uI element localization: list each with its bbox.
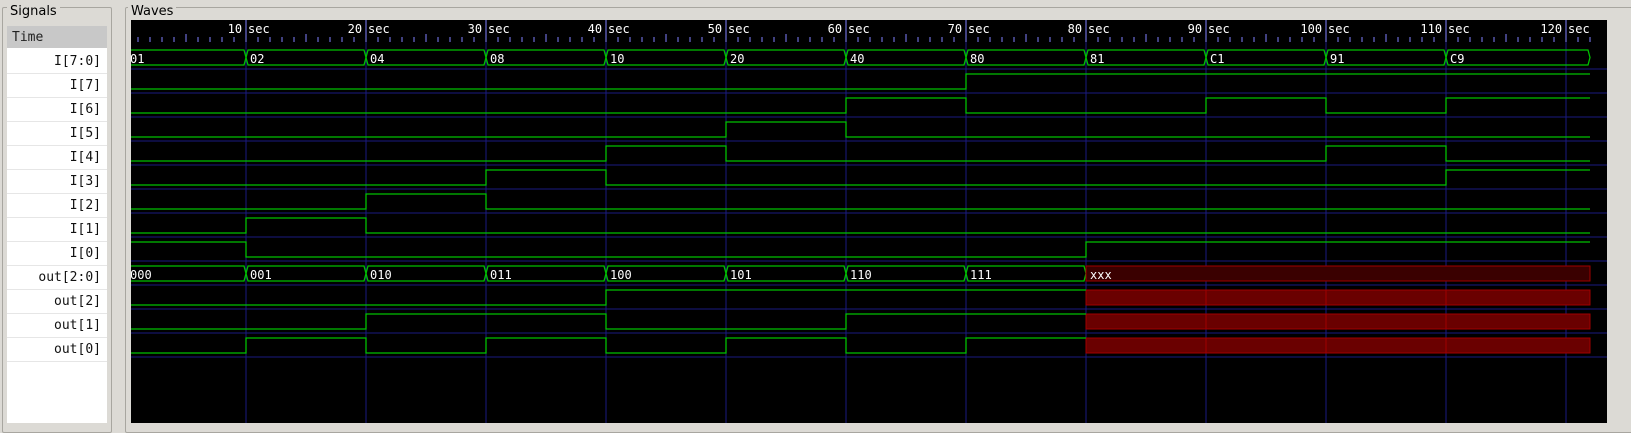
bit-unknown-segment — [1205, 289, 1327, 306]
signal-name[interactable]: I[4] — [7, 146, 107, 170]
bit-waveform — [131, 97, 1590, 114]
bus-value-label: 011 — [490, 268, 512, 282]
bit-unknown-segment — [1325, 289, 1447, 306]
bit-unknown-segment — [1205, 313, 1327, 330]
bit-unknown-segment — [1085, 337, 1207, 354]
signal-name[interactable]: I[7] — [7, 74, 107, 98]
bus-value-label: 04 — [370, 52, 384, 66]
bus-value-label: 20 — [730, 52, 744, 66]
vertical-scrollbar[interactable] — [1608, 20, 1631, 423]
bus-value-label: 01 — [131, 52, 144, 66]
bit-unknown-segment — [1085, 313, 1207, 330]
signal-name[interactable]: I[5] — [7, 122, 107, 146]
signal-name[interactable]: I[2] — [7, 194, 107, 218]
bit-waveform — [131, 121, 1590, 138]
bit-waveform — [131, 193, 1590, 210]
bus-value-label: xxx — [1090, 268, 1112, 282]
waves-panel-title: Waves — [128, 5, 177, 19]
bit-unknown-segment — [1325, 313, 1447, 330]
bit-waveform — [131, 73, 1590, 90]
bit-unknown-segment — [1085, 289, 1207, 306]
bus-segment — [1445, 49, 1591, 66]
bit-unknown-segment — [1205, 337, 1327, 354]
signal-name[interactable]: I[1] — [7, 218, 107, 242]
bus-value-label: 02 — [250, 52, 264, 66]
bit-unknown-segment — [1445, 337, 1591, 354]
bit-unknown-segment — [1445, 313, 1591, 330]
bit-waveform — [131, 241, 1590, 258]
bit-unknown-segment — [1445, 289, 1591, 306]
signal-name[interactable]: I[6] — [7, 98, 107, 122]
waveform-plot: 01 02 04 08 10 20 40 80 81 C1 91 C9000 001 010 011 100 1… — [131, 20, 1607, 423]
bus-value-label: 111 — [970, 268, 992, 282]
bus-value-label: 08 — [490, 52, 504, 66]
bus-value-label: 10 — [610, 52, 624, 66]
waveform-view[interactable]: 10 sec 20 sec 30 sec 40 sec 50 sec 60 sec 70 sec 80 sec… — [131, 20, 1607, 423]
signal-name[interactable]: out[2:0] — [7, 266, 107, 290]
signal-name[interactable]: I[7:0] — [7, 50, 107, 74]
bit-waveform — [131, 217, 1590, 234]
bit-unknown-segment — [1325, 337, 1447, 354]
bit-waveform — [131, 169, 1590, 186]
bus-unknown-segment — [1085, 265, 1591, 282]
bit-waveform — [131, 313, 1086, 330]
bus-value-label: 000 — [131, 268, 152, 282]
time-header: Time — [7, 26, 107, 48]
signal-name[interactable]: out[2] — [7, 290, 107, 314]
signal-name[interactable]: out[0] — [7, 338, 107, 362]
bit-waveform — [131, 145, 1590, 162]
bus-value-label: 91 — [1330, 52, 1344, 66]
bus-segment — [131, 49, 247, 66]
signal-name[interactable]: out[1] — [7, 314, 107, 338]
bus-value-label: 81 — [1090, 52, 1104, 66]
bus-value-label: C9 — [1450, 52, 1464, 66]
signal-list[interactable]: Time I[7:0] I[7] I[6] I[5] I[4] I[3] I[2] I[1] I… — [7, 26, 107, 423]
bus-value-label: C1 — [1210, 52, 1224, 66]
bus-value-label: 80 — [970, 52, 984, 66]
signal-name[interactable]: I[3] — [7, 170, 107, 194]
bus-value-label: 100 — [610, 268, 632, 282]
bus-value-label: 001 — [250, 268, 272, 282]
signals-panel-title: Signals — [7, 5, 60, 19]
bit-waveform — [131, 289, 1086, 306]
bus-value-label: 010 — [370, 268, 392, 282]
bus-value-label: 101 — [730, 268, 752, 282]
bus-value-label: 40 — [850, 52, 864, 66]
bit-waveform — [131, 337, 1086, 354]
bus-value-label: 110 — [850, 268, 872, 282]
signal-name[interactable]: I[0] — [7, 242, 107, 266]
